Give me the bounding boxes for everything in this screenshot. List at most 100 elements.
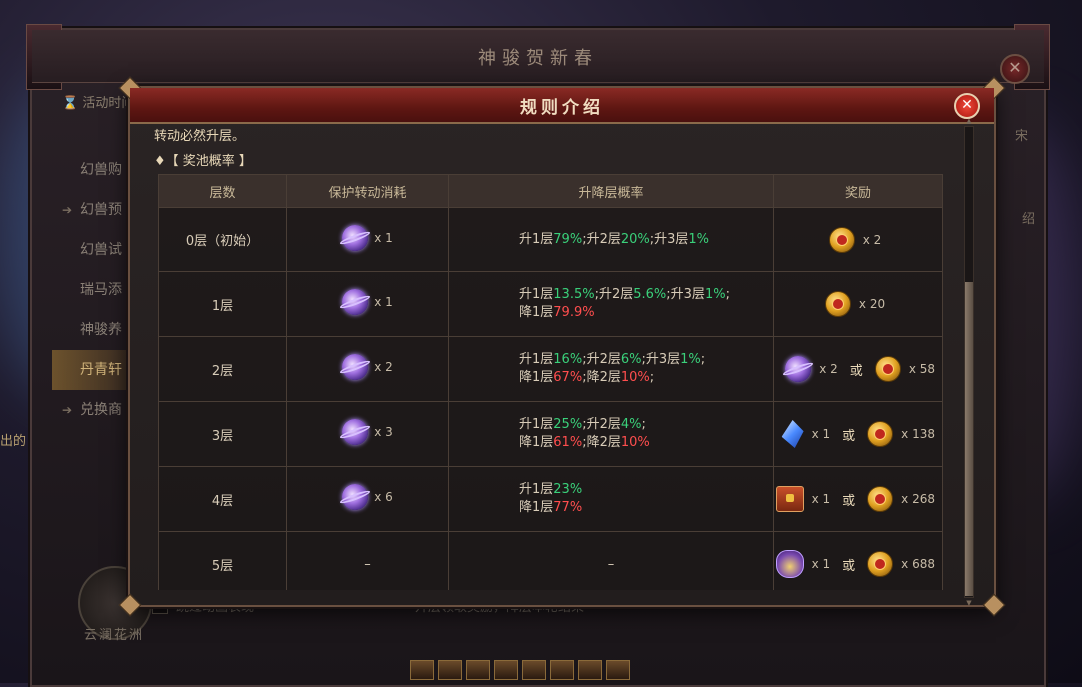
scrollbar-thumb[interactable] [965,282,973,596]
probability-text: 升1层 [519,231,554,247]
table-row: 4层 x 6 升1层23% 降1层77% x 1或x 268 [158,466,943,532]
rise-percent: 1% [680,352,701,367]
or-label: 或 [842,428,856,444]
fall-percent: 61% [553,435,583,450]
rules-dialog-close-button[interactable]: ✕ [954,93,980,119]
coin-icon[interactable] [867,421,894,447]
event-logo-text: 云澜花洲 [84,628,145,643]
probability-text: ; [649,370,655,385]
event-window-title-bar: 神骏贺新春 [32,30,1044,83]
rise-percent: 1% [688,231,710,247]
probability-line: 升1层13.5%;升2层5.6%;升3层1%; [519,286,772,304]
reward-quantity: x 1 [811,427,831,441]
reward-cell: x 2 [773,207,943,272]
layer-label: 4层 [211,493,234,509]
rules-scrollbar[interactable]: ▲ ▼ [964,117,974,607]
probability-text: 降1层 [519,370,554,385]
reward-quantity: x 138 [901,427,935,441]
table-row: 0层（初始） x 1 升1层79%;升2层20%;升3层1% x 2 [158,207,943,272]
layer-cell: 0层（初始） [158,207,287,272]
probability-text: ;升3层 [649,231,689,247]
activity-time-label: ⌛ 活动时间 [62,96,135,111]
rules-content[interactable]: 转动必然升层。 ♦【 奖池概率 】 层数 保护转动消耗 升降层概率 奖励 0层（… [154,122,954,590]
rise-percent: 23% [553,482,583,497]
scroll-up-arrow-icon[interactable]: ▲ [964,117,974,125]
layer-cell: 1层 [158,271,287,337]
orb-icon[interactable] [785,356,812,382]
item-slot[interactable] [466,660,490,680]
coin-icon[interactable] [824,291,851,317]
scroll-down-arrow-icon[interactable]: ▼ [964,599,974,607]
or-label: 或 [849,363,863,379]
probability-cell: 升1层25%;升2层4%; 降1层61%;降2层10% [448,401,774,467]
activity-time-text: 活动时间 [82,96,135,111]
orb-icon[interactable] [342,289,369,315]
probability-line: 降1层61%;降2层10% [519,434,772,452]
coin-icon[interactable] [874,356,901,382]
probability-text: ;降2层 [582,370,621,385]
probability-text: ;升2层 [594,287,634,302]
obscured-text: 宋 [1015,129,1029,144]
probability-text: ; [725,287,730,302]
layer-cell: 2层 [158,336,287,402]
probability-text: ;升3层 [666,287,705,302]
item-slot[interactable] [410,660,434,680]
item-slot[interactable] [494,660,518,680]
probability-text: ;升2层 [582,352,621,367]
column-header-reward: 奖励 [773,174,943,208]
item-slot[interactable] [438,660,462,680]
reward-cell: x 1 或 x 268 [773,466,943,532]
sidebar-item-label: 瑞马添 [80,282,122,298]
column-header-probability: 升降层概率 [448,174,774,208]
reward-cell: x 1 或 x 688 [773,531,943,590]
item-slot[interactable] [606,660,630,680]
column-header-cost: 保护转动消耗 [286,174,449,208]
reward-quantity: x 20 [858,297,886,311]
orb-icon[interactable] [342,224,369,251]
layer-cell: 3层 [158,401,287,467]
table-header-row: 层数 保护转动消耗 升降层概率 奖励 [158,174,943,208]
obscured-text: 绍 [1022,212,1036,227]
item-slot[interactable] [522,660,546,680]
probability-line: 升1层23% [519,481,772,499]
coin-icon[interactable] [867,486,894,512]
rules-dialog-title-bar: 规则介绍 [130,88,994,124]
probability-cell: 升1层16%;升2层6%;升3层1%; 降1层67%;降2层10%; [448,336,774,402]
probability-line: 降1层77% [519,499,772,517]
layer-label: 2层 [211,363,234,379]
probability-cell: 升1层23% 降1层77% [448,466,774,532]
probability-text: 升1层 [519,287,554,302]
coin-icon[interactable] [828,226,855,253]
cost-quantity: x 2 [374,360,393,374]
sidebar-item-label: 丹青轩 [80,362,122,378]
layer-label: 0层（初始） [185,234,260,249]
reward-quantity: x 58 [908,362,935,376]
layer-cell: 4层 [158,466,287,532]
rise-percent: 13.5% [553,287,595,302]
orb-icon[interactable] [342,354,369,380]
bag-icon[interactable] [775,550,804,578]
fall-percent: 77% [553,500,583,515]
reward-quantity: x 1 [811,557,831,571]
rules-intro-text: 转动必然升层。 [154,129,246,144]
fall-percent: 79.9% [553,305,595,320]
rise-percent: 1% [704,287,726,302]
probability-line: 降1层67%;降2层10%; [519,369,772,387]
probability-line: 升1层25%;升2层4%; [519,416,772,434]
layer-cell: 5层 [158,531,287,590]
arrow-right-icon: ➔ [62,403,73,417]
event-window-title: 神骏贺新春 [478,48,598,69]
coin-icon[interactable] [867,551,894,577]
probability-text: ;升3层 [641,352,681,367]
arrow-right-icon: ➔ [62,203,73,217]
orb-icon[interactable] [342,484,369,510]
item-slot[interactable] [578,660,602,680]
event-window-close-button[interactable]: ✕ [1000,54,1030,84]
reward-cell: x 20 [773,271,943,337]
probability-line: 升1层79%;升2层20%;升3层1% [519,231,772,249]
cost-cell: x 6 [286,466,449,532]
chest-icon[interactable] [775,486,804,512]
item-slot[interactable] [550,660,574,680]
crystal-icon[interactable] [781,420,804,448]
orb-icon[interactable] [342,419,369,445]
